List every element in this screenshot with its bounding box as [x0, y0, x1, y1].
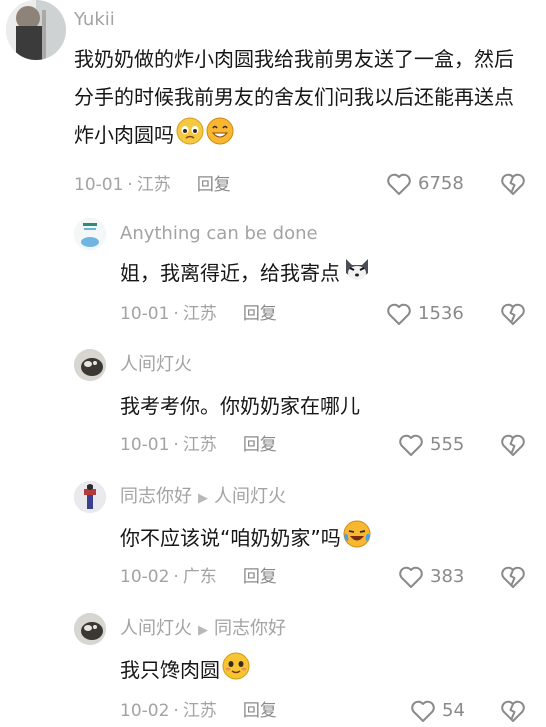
username[interactable]: Yukii: [74, 8, 115, 32]
triangle-right-icon: ▶: [198, 491, 208, 506]
crying-laughing-face-icon: [343, 520, 371, 560]
dislike-button[interactable]: [500, 433, 526, 461]
comment-date: 10-02: [120, 701, 170, 721]
pleading-face-icon: [176, 117, 204, 157]
comment-text: 你不应该说“咱奶奶家”吗: [120, 519, 520, 560]
avatar[interactable]: [74, 481, 106, 513]
comment-meta: 10-01 · 江苏 回复: [120, 435, 277, 455]
like-count: 1536: [418, 303, 464, 324]
comment-text-content: 我奶奶做的炸小肉圆我给我前男友送了一盒，然后分手的时候我前男友的舍友们问我以后还…: [74, 47, 514, 147]
like-count: 6758: [418, 173, 464, 194]
like-count: 555: [430, 434, 465, 455]
comment-text-content: 我只馋肉圆: [120, 658, 220, 682]
dislike-button[interactable]: [500, 565, 526, 593]
comment-text: 姐，我离得近，给我寄点: [120, 254, 520, 295]
comment-date: 10-01: [74, 175, 124, 195]
smiling-face-icon: [222, 652, 250, 692]
comment-text: 我考考你。你奶奶家在哪儿: [120, 394, 360, 418]
dislike-button[interactable]: [500, 172, 526, 200]
like-button[interactable]: 6758: [386, 172, 464, 196]
reply-button[interactable]: 回复: [243, 567, 277, 587]
broken-heart-icon: [501, 173, 525, 195]
comment-date: 10-02: [120, 567, 170, 587]
like-count: 383: [430, 566, 465, 587]
like-count: 54: [442, 700, 465, 721]
heart-outline-icon: [387, 173, 411, 195]
avatar[interactable]: [74, 218, 106, 250]
reply-target[interactable]: 同志你好: [214, 618, 286, 639]
comment-meta: 10-02 · 江苏 回复: [120, 701, 277, 721]
broken-heart-icon: [501, 700, 525, 722]
comment-date: 10-01: [120, 304, 170, 324]
reply-button[interactable]: 回复: [197, 175, 231, 195]
username: 同志你好 ▶ 人间灯火: [120, 485, 286, 511]
heart-outline-icon: [399, 566, 423, 588]
comment-location: 江苏: [182, 701, 217, 721]
comment-text: 我奶奶做的炸小肉圆我给我前男友送了一盒，然后分手的时候我前男友的舍友们问我以后还…: [74, 40, 524, 157]
like-button[interactable]: 555: [398, 433, 464, 457]
triangle-right-icon: ▶: [198, 623, 208, 638]
comment-meta: 10-01 · 江苏 回复: [74, 175, 231, 195]
avatar[interactable]: [74, 613, 106, 645]
comment-location: 江苏: [182, 435, 217, 455]
like-button[interactable]: 383: [398, 565, 464, 589]
dislike-button[interactable]: [500, 302, 526, 330]
comment-date: 10-01: [120, 435, 170, 455]
husky-dog-icon: [342, 255, 372, 295]
comment-meta: 10-02 · 广东 回复: [120, 567, 277, 587]
grinning-face-icon: [206, 117, 234, 157]
reply-author[interactable]: 同志你好: [120, 486, 192, 507]
comment-meta: 10-01 · 江苏 回复: [120, 304, 277, 324]
reply-button[interactable]: 回复: [243, 304, 277, 324]
like-button[interactable]: 1536: [386, 302, 464, 326]
reply-button[interactable]: 回复: [243, 701, 277, 721]
comment-text-content: 你不应该说“咱奶奶家”吗: [120, 526, 341, 550]
broken-heart-icon: [501, 566, 525, 588]
heart-outline-icon: [399, 434, 423, 456]
reply-author[interactable]: 人间灯火: [120, 618, 192, 639]
comment-location: 广东: [182, 567, 217, 587]
heart-outline-icon: [411, 700, 435, 722]
dislike-button[interactable]: [500, 699, 526, 727]
comment-text-content: 姐，我离得近，给我寄点: [120, 261, 340, 285]
like-button[interactable]: 54: [410, 699, 465, 723]
comment-location: 江苏: [136, 175, 171, 195]
broken-heart-icon: [501, 303, 525, 325]
reply-button[interactable]: 回复: [243, 435, 277, 455]
username: 人间灯火 ▶ 同志你好: [120, 617, 286, 643]
comment-text: 我只馋肉圆: [120, 651, 520, 692]
comment-location: 江苏: [182, 304, 217, 324]
avatar[interactable]: [6, 0, 66, 60]
broken-heart-icon: [501, 434, 525, 456]
reply-target[interactable]: 人间灯火: [214, 486, 286, 507]
avatar[interactable]: [74, 349, 106, 381]
username[interactable]: 人间灯火: [120, 353, 192, 377]
username[interactable]: Anything can be done: [120, 222, 318, 246]
heart-outline-icon: [387, 303, 411, 325]
